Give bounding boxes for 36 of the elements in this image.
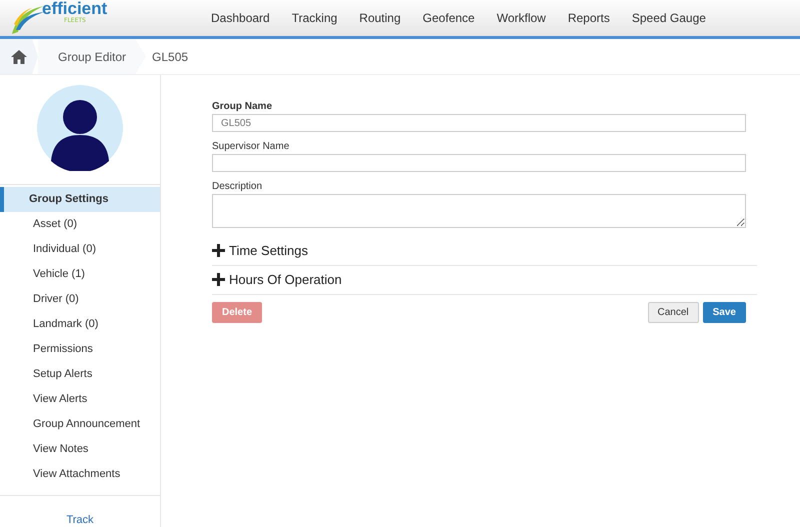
input-field[interactable]: GL505 [212,114,746,132]
sidebar-item[interactable]: Group Announcement [0,412,160,437]
save-button[interactable]: Save [702,302,746,323]
breadcrumb-link[interactable]: Group Editor [38,39,146,74]
nav-link[interactable]: Routing [348,11,412,25]
field-label: Group Name [212,101,274,112]
sidebar-item[interactable]: View Alerts [0,387,160,412]
sidebar-item[interactable]: Setup Alerts [0,362,160,387]
sidebar-item[interactable]: Asset (0) [0,212,160,237]
nav-link[interactable]: Reports [556,11,621,25]
sidebar-item[interactable]: Group Settings [0,187,160,212]
track-link[interactable]: Track [66,514,94,526]
sidebar-item[interactable]: Permissions [0,337,160,362]
field-label: Description [212,181,264,192]
nav-link[interactable]: Dashboard [200,11,281,25]
home-icon [11,50,27,64]
input-field[interactable] [212,154,746,172]
plus-icon [212,244,225,257]
nav-link[interactable]: Workflow [486,11,557,25]
sidebar-item[interactable]: Landmark (0) [0,312,160,337]
cancel-button[interactable]: Cancel [648,302,699,323]
sidebar-item[interactable]: Vehicle (1) [0,262,160,287]
plus-icon [212,273,225,286]
sidebar-item[interactable]: Driver (0) [0,287,160,312]
text-area[interactable] [212,194,746,228]
logo-word: efficient [42,0,108,17]
sidebar-item[interactable]: View Notes [0,437,160,462]
nav-link[interactable]: Speed Gauge [620,11,717,25]
sidebar-item[interactable]: View Attachments [0,462,160,487]
section-toggle[interactable]: Time Settings [212,243,308,258]
sidebar-item[interactable]: Individual (0) [0,237,160,262]
field-label: Supervisor Name [212,141,290,152]
nav-link[interactable]: Tracking [280,11,348,25]
section-toggle[interactable]: Hours Of Operation [212,272,342,287]
home-button[interactable] [0,39,38,74]
nav-link[interactable]: Geofence [412,11,486,25]
